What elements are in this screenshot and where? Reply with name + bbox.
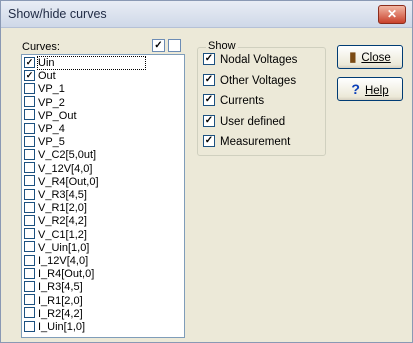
curve-list-item[interactable]: V_12V[4,0] bbox=[24, 162, 93, 176]
curve-label: Uin bbox=[37, 56, 146, 70]
help-button[interactable]: ? Help bbox=[337, 77, 403, 101]
curve-list-item[interactable]: ✓ Out bbox=[24, 69, 56, 83]
curve-checkbox[interactable] bbox=[24, 148, 35, 160]
curve-list-item[interactable]: I_R4[Out,0] bbox=[24, 267, 95, 281]
curve-list-item[interactable]: I_R1[2,0] bbox=[24, 294, 83, 308]
show-option-label: Other Voltages bbox=[220, 74, 297, 87]
curve-list-item[interactable]: V_C2[5,0ut] bbox=[24, 148, 97, 162]
show-checkbox[interactable]: ✓ bbox=[203, 73, 215, 86]
curve-list-item[interactable]: VP_Out bbox=[24, 109, 77, 123]
title-bar[interactable]: Show/hide curves ✕ bbox=[1, 1, 412, 28]
curve-list-item[interactable]: VP_2 bbox=[24, 96, 65, 110]
curve-list-item[interactable]: V_Uin[1,0] bbox=[24, 241, 90, 255]
curve-checkbox[interactable] bbox=[24, 122, 35, 134]
curve-list-item[interactable]: VP_4 bbox=[24, 122, 65, 136]
curve-list-item[interactable]: V_R1[2,0] bbox=[24, 201, 87, 215]
curve-label: I_12V[4,0] bbox=[38, 255, 89, 267]
curve-label: V_R3[4,5] bbox=[38, 189, 87, 201]
show-option-label: Measurement bbox=[220, 136, 291, 149]
curve-checkbox[interactable] bbox=[24, 175, 35, 187]
curve-label: Out bbox=[38, 70, 56, 83]
curve-checkbox[interactable] bbox=[24, 135, 35, 147]
curve-label: VP_2 bbox=[38, 96, 65, 109]
show-option-label: Nodal Voltages bbox=[220, 54, 298, 67]
curve-checkbox[interactable] bbox=[24, 214, 35, 226]
window-title: Show/hide curves bbox=[8, 7, 107, 21]
curve-list-item[interactable]: V_R4[Out,0] bbox=[24, 175, 99, 189]
curve-checkbox[interactable] bbox=[24, 228, 35, 240]
show-option[interactable]: ✓ Nodal Voltages bbox=[203, 53, 298, 67]
curve-checkbox[interactable]: ✓ bbox=[24, 56, 35, 68]
show-option[interactable]: ✓ Other Voltages bbox=[203, 73, 297, 87]
show-option[interactable]: ✓ Measurement bbox=[203, 135, 291, 149]
curves-listbox[interactable]: ✓ Uin ✓ Out VP_1 VP_2 VP_Out VP_4 VP_5 V_C2[5,0ut… bbox=[21, 54, 185, 338]
curve-list-item[interactable]: V_R3[4,5] bbox=[24, 188, 87, 202]
curve-label: VP_1 bbox=[38, 83, 65, 96]
curve-checkbox[interactable]: ✓ bbox=[24, 69, 35, 81]
curve-label: V_C2[5,0ut] bbox=[38, 149, 97, 162]
curve-list-item[interactable]: I_12V[4,0] bbox=[24, 254, 89, 268]
curve-label: V_C1[1,2] bbox=[38, 228, 87, 241]
show-option[interactable]: ✓ User defined bbox=[203, 114, 286, 128]
show-option-label: User defined bbox=[220, 115, 286, 128]
curve-checkbox[interactable] bbox=[24, 267, 35, 279]
curve-checkbox[interactable] bbox=[24, 82, 35, 94]
close-button[interactable]: ▮ Close bbox=[337, 45, 403, 69]
curve-checkbox[interactable] bbox=[24, 280, 35, 292]
show-group-label: Show bbox=[206, 40, 238, 52]
curve-list-item[interactable]: VP_5 bbox=[24, 135, 65, 149]
curve-list-item[interactable]: I_Uin[1,0] bbox=[24, 320, 86, 334]
curve-label: V_R4[Out,0] bbox=[38, 175, 99, 188]
curve-checkbox[interactable] bbox=[24, 162, 35, 174]
show-checkbox[interactable]: ✓ bbox=[203, 135, 215, 147]
show-checkbox[interactable]: ✓ bbox=[203, 94, 215, 106]
help-icon: ? bbox=[351, 81, 360, 97]
curve-label: I_R3[4,5] bbox=[38, 281, 83, 294]
curve-checkbox[interactable] bbox=[24, 188, 35, 200]
curve-label: I_R2[4,2] bbox=[38, 307, 83, 320]
curve-checkbox[interactable] bbox=[24, 96, 35, 108]
curve-list-item[interactable]: I_R3[4,5] bbox=[24, 280, 83, 294]
curve-label: V_R1[2,0] bbox=[38, 202, 87, 215]
curve-list-item[interactable]: V_R2[4,2] bbox=[24, 214, 87, 228]
curve-label: I_R1[2,0] bbox=[38, 294, 83, 307]
curve-label: I_Uin[1,0] bbox=[38, 321, 86, 333]
curve-label: VP_Out bbox=[38, 109, 77, 122]
curve-checkbox[interactable] bbox=[24, 201, 35, 213]
curve-list-item[interactable]: ✓ Uin bbox=[24, 56, 146, 70]
curve-label: V_12V[4,0] bbox=[38, 162, 93, 175]
curves-label: Curves: bbox=[22, 41, 60, 53]
show-option[interactable]: ✓ Currents bbox=[203, 94, 265, 108]
curve-list-item[interactable]: I_R2[4,2] bbox=[24, 307, 83, 321]
show-hide-curves-dialog: Show/hide curves ✕ Curves: ✓ ✓ Uin ✓ Out VP_… bbox=[0, 0, 413, 343]
curve-checkbox[interactable] bbox=[24, 109, 35, 121]
uncheck-all-icon[interactable] bbox=[168, 39, 181, 52]
show-option-label: Currents bbox=[220, 95, 265, 108]
curve-label: V_Uin[1,0] bbox=[38, 241, 90, 254]
window-close-button[interactable]: ✕ bbox=[378, 5, 406, 24]
curve-checkbox[interactable] bbox=[24, 294, 35, 306]
curve-label: VP_5 bbox=[38, 136, 65, 149]
curve-list-item[interactable]: VP_1 bbox=[24, 82, 65, 96]
door-icon: ▮ bbox=[349, 49, 357, 64]
curve-checkbox[interactable] bbox=[24, 307, 35, 319]
curve-checkbox[interactable] bbox=[24, 320, 35, 332]
close-button-label: Close bbox=[361, 52, 391, 64]
curve-checkbox[interactable] bbox=[24, 241, 35, 253]
curve-label: VP_4 bbox=[38, 123, 65, 135]
show-checkbox[interactable]: ✓ bbox=[203, 53, 215, 65]
curve-label: I_R4[Out,0] bbox=[38, 268, 95, 281]
show-checkbox[interactable]: ✓ bbox=[203, 114, 215, 127]
help-button-label: Help bbox=[364, 85, 389, 97]
curve-checkbox[interactable] bbox=[24, 254, 35, 266]
check-all-icon[interactable]: ✓ bbox=[152, 39, 165, 52]
curve-label: V_R2[4,2] bbox=[38, 215, 87, 228]
curve-list-item[interactable]: V_C1[1,2] bbox=[24, 228, 87, 242]
